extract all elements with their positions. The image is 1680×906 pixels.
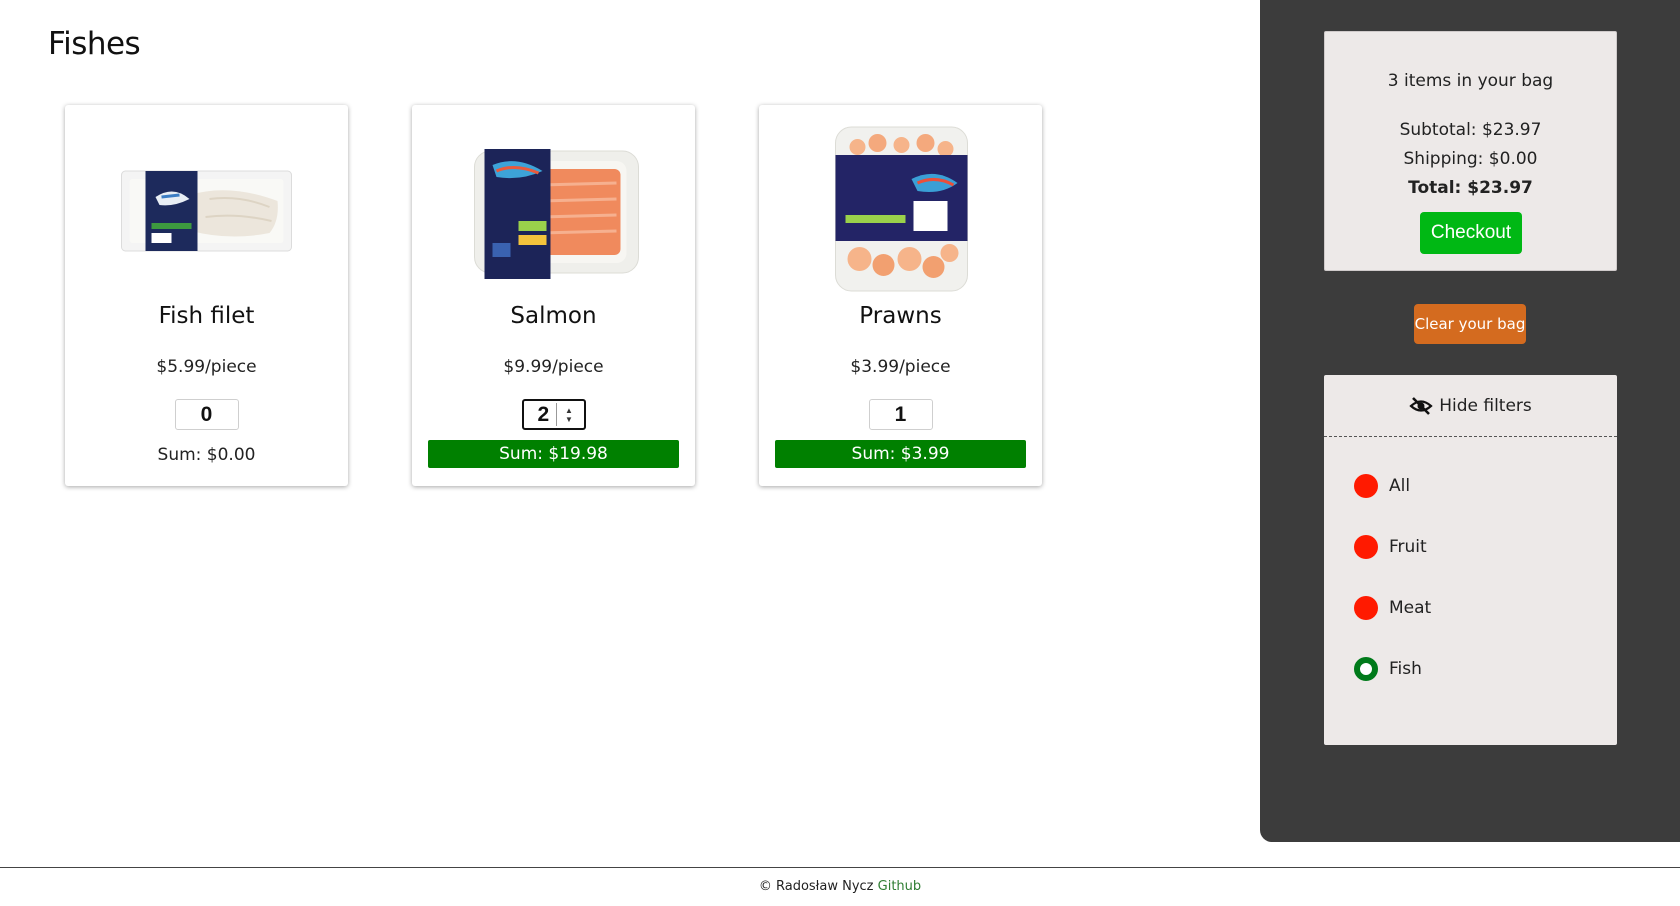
product-price: $9.99/piece bbox=[503, 357, 604, 377]
fish-filet-package-icon bbox=[120, 170, 292, 252]
filter-option-meat[interactable]: Meat bbox=[1354, 577, 1431, 638]
bag-total: Total: $23.97 bbox=[1408, 178, 1533, 198]
filter-option-all[interactable]: All bbox=[1354, 455, 1431, 516]
copyright-icon: © bbox=[758, 879, 772, 894]
filter-label: Fish bbox=[1389, 658, 1422, 679]
footer-author: Radosław Nycz bbox=[775, 879, 874, 894]
checkout-button[interactable]: Checkout bbox=[1420, 212, 1522, 254]
quantity-input[interactable]: 0 bbox=[174, 399, 239, 430]
github-link[interactable]: Github bbox=[878, 879, 922, 894]
product-card-salmon: Salmon $9.99/piece 2 ▲ ▼ Sum: $19.98 bbox=[412, 105, 695, 486]
bag-subtotal: Subtotal: $23.97 bbox=[1399, 120, 1542, 140]
radio-selected-icon[interactable] bbox=[1354, 656, 1378, 681]
spinner-arrows-icon[interactable]: ▲ ▼ bbox=[555, 403, 582, 426]
product-price: $3.99/piece bbox=[850, 357, 951, 377]
filter-list: All Fruit Meat Fish bbox=[1354, 473, 1431, 729]
sidebar: 3 items in your bag Subtotal: $23.97 Shi… bbox=[1260, 0, 1680, 842]
bag-item-count: 3 items in your bag bbox=[1387, 71, 1554, 91]
quantity-input[interactable]: 1 bbox=[868, 399, 933, 430]
product-name: Fish filet bbox=[158, 303, 255, 329]
quantity-stepper[interactable]: 2 ▲ ▼ bbox=[521, 399, 586, 430]
radio-unselected-icon[interactable] bbox=[1354, 473, 1378, 498]
filter-label: Fruit bbox=[1389, 536, 1427, 557]
quantity-value: 2 bbox=[537, 402, 550, 426]
product-name: Salmon bbox=[510, 303, 597, 329]
product-name: Prawns bbox=[859, 303, 942, 329]
radio-unselected-icon[interactable] bbox=[1354, 534, 1378, 559]
salmon-package-icon bbox=[473, 149, 639, 279]
product-price: $5.99/piece bbox=[156, 357, 257, 377]
filter-option-fish[interactable]: Fish bbox=[1354, 638, 1431, 699]
bag-summary: 3 items in your bag Subtotal: $23.97 Shi… bbox=[1324, 31, 1617, 271]
prawns-package-icon bbox=[834, 126, 968, 292]
page-title: Fishes bbox=[48, 26, 141, 62]
filter-panel: Hide filters All Fruit Meat Fish bbox=[1324, 375, 1617, 745]
product-card-prawns: Prawns $3.99/piece 1 Sum: $3.99 bbox=[759, 105, 1042, 486]
eye-slash-icon bbox=[1409, 396, 1433, 415]
filter-label: Meat bbox=[1389, 597, 1432, 618]
footer: © Radosław Nycz Github bbox=[0, 867, 1680, 906]
filter-label: All bbox=[1389, 475, 1411, 496]
radio-unselected-icon[interactable] bbox=[1354, 595, 1378, 620]
bag-shipping: Shipping: $0.00 bbox=[1403, 149, 1538, 169]
product-sum: Sum: $19.98 bbox=[428, 440, 679, 468]
clear-bag-button[interactable]: Clear your bag bbox=[1414, 304, 1526, 344]
product-sum: Sum: $3.99 bbox=[775, 440, 1026, 468]
filter-option-fruit[interactable]: Fruit bbox=[1354, 516, 1431, 577]
hide-filters-label: Hide filters bbox=[1439, 395, 1532, 416]
product-sum: Sum: $0.00 bbox=[157, 445, 256, 465]
hide-filters-toggle[interactable]: Hide filters bbox=[1324, 375, 1617, 437]
product-card-fish-filet: Fish filet $5.99/piece 0 Sum: $0.00 bbox=[65, 105, 348, 486]
